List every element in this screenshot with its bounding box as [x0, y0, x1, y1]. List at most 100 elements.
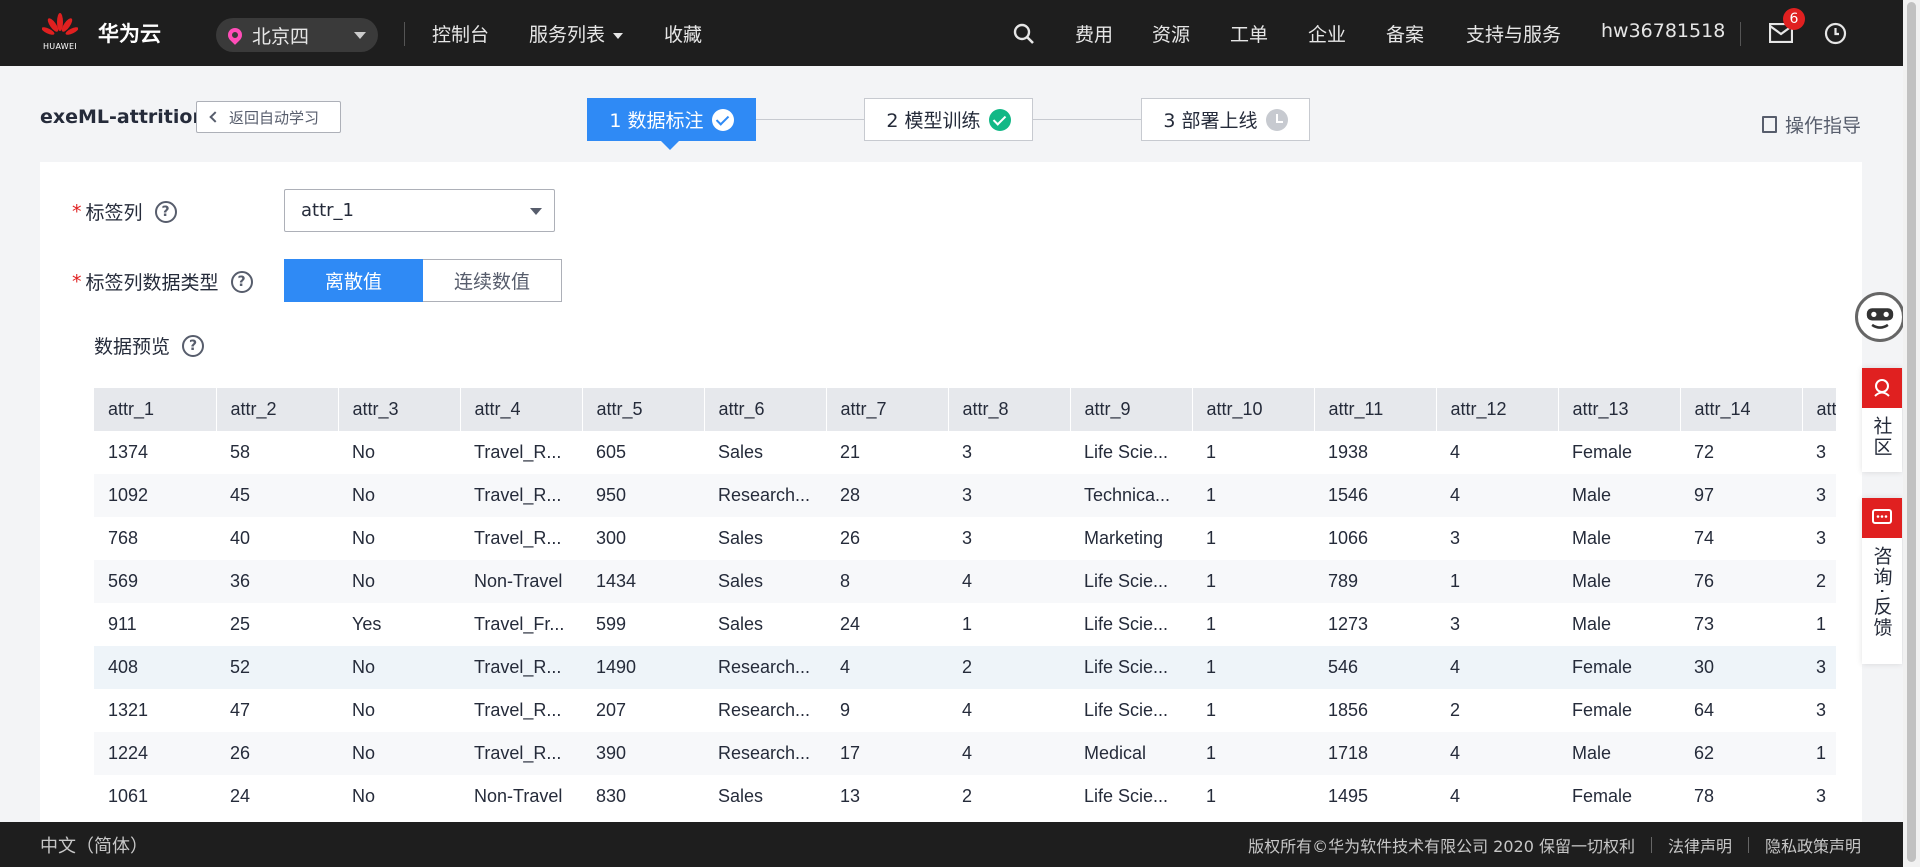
table-cell: Life Scie...	[1084, 700, 1169, 720]
privacy-link[interactable]: 隐私政策声明	[1765, 833, 1861, 857]
required-asterisk: *	[72, 200, 82, 223]
column-header[interactable]: attr_3	[338, 388, 461, 431]
table-cell: 3	[1802, 646, 1836, 689]
column-header[interactable]: attr_11	[1314, 388, 1437, 431]
table-cell: Research...	[704, 474, 826, 517]
table-cell: Travel_R...	[474, 442, 562, 462]
guide-link[interactable]: 操作指导	[1762, 111, 1861, 138]
table-cell: 1224	[94, 732, 216, 775]
brand-name[interactable]: 华为云	[98, 18, 161, 48]
nav-tickets[interactable]: 工单	[1230, 20, 1268, 47]
footer-divider	[1747, 836, 1749, 853]
table-cell: 599	[596, 614, 627, 634]
legal-link[interactable]: 法律声明	[1668, 833, 1732, 857]
table-cell: 911	[108, 614, 137, 634]
table-cell: Travel_R...	[474, 528, 562, 548]
column-header[interactable]: attr_14	[1680, 388, 1803, 431]
chevron-down-icon	[530, 208, 542, 215]
table-cell: 1061	[108, 786, 149, 806]
step-data-labeling[interactable]: 1 数据标注	[587, 98, 756, 141]
column-header[interactable]: attr_13	[1558, 388, 1681, 431]
data-type-field-label: * 标签列数据类型 ?	[72, 268, 253, 295]
user-account[interactable]: hw36781518	[1601, 20, 1725, 42]
region-label: 北京四	[252, 25, 310, 48]
table-cell: 1	[962, 614, 973, 634]
nav-enterprise[interactable]: 企业	[1308, 20, 1346, 47]
table-cell: 26	[840, 528, 861, 548]
logo-text: HUAWEI	[42, 42, 78, 51]
table-cell: 28	[826, 474, 948, 517]
table-cell: Female	[1572, 700, 1633, 720]
scrollbar-thumb[interactable]	[1907, 2, 1916, 862]
table-row[interactable]: 1092 45 No Travel_R... 950 Research... 28 3 Tech…	[94, 474, 1836, 517]
back-button[interactable]: 返回自动学习	[196, 101, 341, 133]
clock-icon[interactable]	[1824, 22, 1847, 45]
table-cell: Life Scie...	[1084, 786, 1169, 806]
table-cell: 45	[216, 474, 338, 517]
table-cell: 3	[1450, 528, 1461, 548]
community-widget[interactable]: 社区	[1862, 368, 1902, 472]
table-cell: 1490	[582, 646, 704, 689]
column-header[interactable]: attr_	[1802, 388, 1836, 431]
nav-fees[interactable]: 费用	[1075, 20, 1113, 47]
consult-widget[interactable]: 咨询·反馈	[1862, 498, 1902, 664]
help-icon[interactable]: ?	[230, 270, 253, 293]
nav-resources[interactable]: 资源	[1152, 20, 1190, 47]
table-body: 1374 58 No Travel_R... 605 Sales 21 3 Life Scie.…	[94, 431, 1836, 818]
nav-filing[interactable]: 备案	[1386, 20, 1424, 47]
assistant-robot-icon[interactable]	[1855, 292, 1905, 342]
column-header[interactable]: attr_6	[704, 388, 827, 431]
nav-services[interactable]: 服务列表	[529, 20, 624, 47]
table-cell: 1856	[1328, 700, 1369, 720]
chevron-left-icon	[209, 111, 221, 123]
table-row[interactable]: 1374 58 No Travel_R... 605 Sales 21 3 Life Scie.…	[94, 431, 1836, 474]
table-row[interactable]: 1321 47 No Travel_R... 207 Research... 9 4 Life …	[94, 689, 1836, 732]
table-cell: 78	[1694, 786, 1715, 806]
table-row[interactable]: 768 40 No Travel_R... 300 Sales 26 3 Marketing 1 1…	[94, 517, 1836, 560]
type-continuous-button[interactable]: 连续数值	[423, 259, 562, 302]
huawei-logo[interactable]: HUAWEI	[40, 13, 80, 55]
column-header[interactable]: attr_12	[1436, 388, 1559, 431]
column-header[interactable]: attr_10	[1192, 388, 1315, 431]
table-cell: 605	[596, 442, 627, 462]
column-header[interactable]: attr_4	[460, 388, 583, 431]
table-cell: 74	[1694, 528, 1715, 548]
table-cell: 1495	[1328, 786, 1369, 806]
table-row[interactable]: 408 52 No Travel_R... 1490 Research... 4 2 Life …	[94, 646, 1836, 689]
column-header[interactable]: attr_2	[216, 388, 339, 431]
help-icon[interactable]: ?	[182, 334, 205, 357]
language-selector[interactable]: 中文（简体）	[40, 832, 148, 858]
nav-console[interactable]: 控制台	[432, 20, 489, 47]
table-row[interactable]: 1224 26 No Travel_R... 390 Research... 17 4 Medi…	[94, 732, 1836, 775]
column-header[interactable]: attr_1	[94, 388, 217, 431]
label-column-select[interactable]: attr_1	[284, 189, 555, 232]
table-cell: 300	[596, 528, 627, 548]
step-model-training[interactable]: 2 模型训练	[864, 98, 1033, 141]
table-cell: 72	[1694, 442, 1715, 462]
nav-support[interactable]: 支持与服务	[1466, 20, 1561, 47]
search-icon[interactable]	[1013, 23, 1035, 45]
data-type-text: 标签列数据类型	[85, 272, 219, 294]
footer: 中文（简体） 版权所有©华为软件技术有限公司 2020 保留一切权利 法律声明 …	[0, 822, 1903, 867]
table-row[interactable]: 1061 24 No Non-Travel 830 Sales 13 2 Life Scie..…	[94, 775, 1836, 818]
type-discrete-button[interactable]: 离散值	[284, 259, 423, 302]
vertical-scrollbar[interactable]	[1903, 0, 1920, 867]
table-cell: No	[352, 786, 376, 806]
column-header[interactable]: attr_7	[826, 388, 949, 431]
table-row[interactable]: 911 25 Yes Travel_Fr... 599 Sales 24 1 Life Scie…	[94, 603, 1836, 646]
nav-services-label: 服务列表	[529, 24, 606, 46]
help-icon[interactable]: ?	[154, 200, 177, 223]
table-cell: Travel_Fr...	[474, 614, 565, 634]
table-cell: 1	[1436, 560, 1558, 603]
step-deploy[interactable]: 3 部署上线	[1141, 98, 1310, 141]
table-cell: 64	[1694, 700, 1715, 720]
region-selector[interactable]: 北京四	[216, 18, 378, 52]
column-header[interactable]: attr_8	[948, 388, 1071, 431]
table-cell: 17	[826, 732, 948, 775]
table-row[interactable]: 569 36 No Non-Travel 1434 Sales 8 4 Life Scie...…	[94, 560, 1836, 603]
column-header[interactable]: attr_5	[582, 388, 705, 431]
table-cell: No	[338, 646, 460, 689]
footer-divider	[1650, 836, 1652, 853]
nav-favorites[interactable]: 收藏	[664, 20, 702, 47]
column-header[interactable]: attr_9	[1070, 388, 1193, 431]
